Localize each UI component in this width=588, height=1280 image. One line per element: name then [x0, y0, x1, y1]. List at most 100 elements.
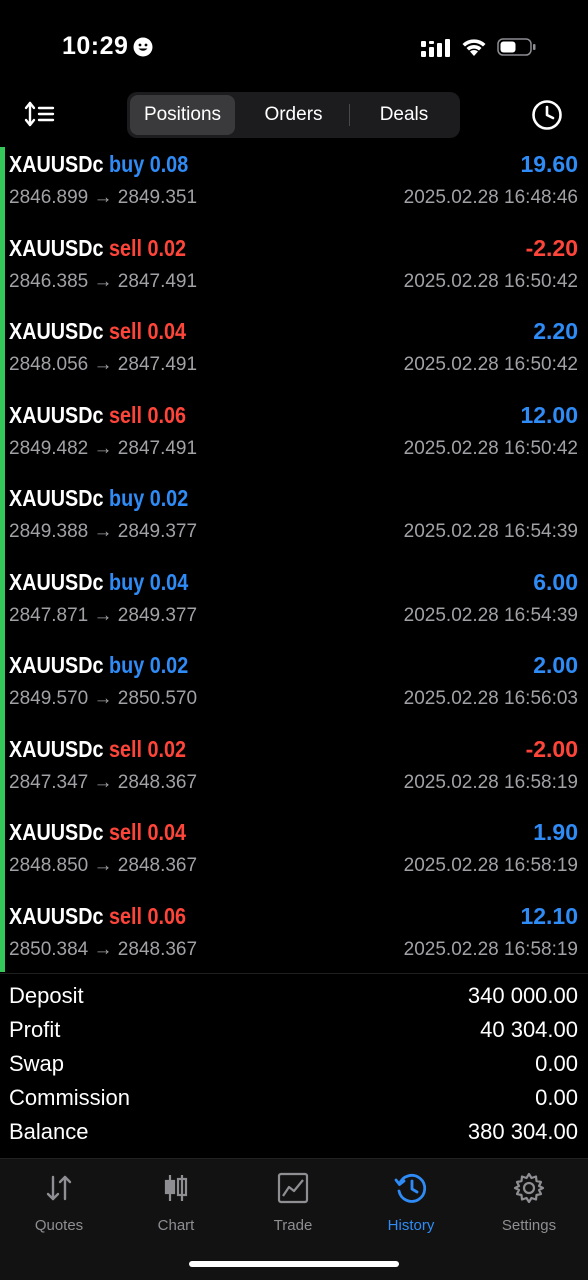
tab-history[interactable]: History [352, 1171, 470, 1241]
tab-label: Quotes [34, 1217, 84, 1234]
summary-label: Commission [9, 1085, 131, 1110]
deal-time: 2025.02.28 16:58:19 [403, 771, 578, 793]
sort-icon[interactable] [24, 98, 56, 130]
tab-label: Chart [157, 1217, 195, 1234]
deal-side: buy [109, 568, 145, 595]
deal-symbol-line: XAUUSDc sell 0.02 [9, 235, 186, 262]
deal-time: 2025.02.28 16:48:46 [403, 187, 578, 208]
tab-deals[interactable]: Deals [350, 95, 458, 135]
summary-value: 40 304.00 [480, 1017, 578, 1042]
tab-label: Settings [501, 1217, 557, 1234]
deal-symbol-line: XAUUSDc buy 0.02 [9, 485, 188, 512]
deal-row[interactable]: XAUUSDc sell 0.02 -2.00 2847.347 → 2848.36… [0, 732, 588, 816]
deal-row[interactable]: XAUUSDc buy 0.02 2849.388 → 2849.377 2025.… [0, 481, 588, 565]
deal-volume: 0.04 [149, 568, 189, 595]
tab-positions[interactable]: Positions [130, 95, 235, 135]
tab-chart[interactable]: Chart [117, 1171, 235, 1241]
deal-row[interactable]: XAUUSDc buy 0.02 2.00 2849.570 → 2850.570 2… [0, 648, 588, 732]
deal-prices: 2849.482 → 2847.491 [9, 437, 198, 459]
deal-row[interactable]: XAUUSDc sell 0.04 1.90 2848.850 → 2848.367… [0, 815, 588, 899]
battery-icon [497, 38, 536, 56]
tab-label: History [387, 1217, 435, 1234]
settings-icon [513, 1172, 545, 1204]
summary-panel: Deposit 340 000.00 Profit 40 304.00 Swap… [0, 980, 588, 1150]
deal-volume: 0.06 [147, 401, 187, 428]
deal-profit: 2.20 [533, 318, 578, 344]
deal-prices: 2849.388 → 2849.377 [9, 521, 198, 542]
summary-row-balance: Balance 380 304.00 [0, 1116, 588, 1150]
tab-segmented-control: Positions Orders Deals [127, 92, 460, 138]
tab-settings[interactable]: Settings [470, 1171, 588, 1241]
deal-prices: 2849.570 → 2850.570 [9, 688, 198, 709]
deal-volume: 0.08 [149, 151, 189, 177]
deal-side: sell [109, 318, 143, 344]
symbol-name: XAUUSDc [9, 318, 104, 344]
deal-row[interactable]: XAUUSDc sell 0.06 12.10 2850.384 → 2848.36… [0, 899, 588, 983]
deal-side: sell [109, 234, 143, 261]
deal-symbol-line: XAUUSDc sell 0.04 [9, 318, 186, 345]
deal-profit: 2.00 [533, 652, 578, 678]
summary-row-swap: Swap 0.00 [0, 1048, 588, 1082]
divider [0, 973, 588, 974]
deal-time: 2025.02.28 16:50:42 [403, 437, 578, 459]
deal-row[interactable]: XAUUSDc buy 0.04 6.00 2847.871 → 2849.377 2… [0, 565, 588, 649]
deal-symbol-line: XAUUSDc sell 0.06 [9, 402, 186, 429]
deal-volume: 0.02 [147, 735, 187, 762]
history-icon [394, 1174, 427, 1203]
clock-icon[interactable] [530, 98, 564, 132]
symbol-name: XAUUSDc [9, 568, 104, 595]
deal-volume: 0.04 [147, 819, 187, 845]
tab-quotes[interactable]: Quotes [0, 1171, 118, 1241]
deal-row[interactable]: XAUUSDc buy 0.08 19.60 2846.899 → 2849.351… [0, 147, 588, 231]
status-time: 10:29 [62, 32, 129, 60]
deal-symbol-line: XAUUSDc sell 0.04 [9, 819, 186, 846]
deal-time: 2025.02.28 16:50:42 [403, 354, 578, 375]
status-bar: 10:29 [0, 0, 588, 90]
tab-trade[interactable]: Trade [234, 1171, 352, 1241]
deal-prices: 2848.056 → 2847.491 [9, 354, 198, 375]
deal-time: 2025.02.28 16:56:03 [403, 688, 578, 709]
deal-prices: 2846.899 → 2849.351 [9, 187, 198, 208]
tab-label: Trade [273, 1217, 313, 1234]
tab-orders[interactable]: Orders [238, 95, 349, 135]
deal-volume: 0.02 [149, 485, 189, 511]
deal-symbol-line: XAUUSDc buy 0.04 [9, 569, 188, 596]
symbol-name: XAUUSDc [9, 819, 104, 845]
deal-volume: 0.04 [147, 318, 187, 344]
summary-label: Balance [9, 1119, 89, 1144]
chart-icon [164, 1175, 188, 1201]
deal-symbol-line: XAUUSDc sell 0.06 [9, 903, 186, 930]
deal-prices: 2846.385 → 2847.491 [9, 270, 198, 292]
signal-icon [421, 39, 450, 57]
deal-volume: 0.06 [147, 902, 187, 929]
deal-side: sell [109, 902, 143, 929]
deal-profit: 1.90 [533, 819, 578, 845]
deal-time: 2025.02.28 16:58:19 [403, 938, 578, 960]
deal-row[interactable]: XAUUSDc sell 0.06 12.00 2849.482 → 2847.49… [0, 398, 588, 482]
deal-symbol-line: XAUUSDc buy 0.08 [9, 151, 188, 178]
deal-time: 2025.02.28 16:50:42 [403, 270, 578, 292]
deal-row[interactable]: XAUUSDc sell 0.02 -2.20 2846.385 → 2847.49… [0, 231, 588, 315]
trade-icon [277, 1172, 309, 1204]
toolbar: Positions Orders Deals [0, 92, 588, 138]
deal-symbol-line: XAUUSDc buy 0.02 [9, 652, 188, 679]
summary-row-commission: Commission 0.00 [0, 1082, 588, 1116]
deal-profit: 6.00 [533, 568, 578, 595]
deal-side: buy [109, 485, 145, 511]
deal-side: buy [109, 151, 145, 177]
home-indicator[interactable] [189, 1261, 399, 1267]
summary-value: 380 304.00 [467, 1119, 578, 1144]
deal-time: 2025.02.28 16:58:19 [403, 855, 578, 876]
deal-side: sell [109, 401, 143, 428]
deal-profit: -2.20 [525, 234, 578, 261]
deal-row[interactable]: XAUUSDc sell 0.04 2.20 2848.056 → 2847.491… [0, 314, 588, 398]
deal-profit: -2.00 [525, 735, 578, 762]
wifi-icon [462, 39, 486, 56]
summary-label: Profit [9, 1017, 61, 1042]
quotes-icon [46, 1175, 72, 1201]
symbol-name: XAUUSDc [9, 485, 104, 511]
deal-time: 2025.02.28 16:54:39 [403, 604, 578, 626]
deal-volume: 0.02 [147, 234, 187, 261]
deal-profit: 19.60 [520, 151, 578, 177]
symbol-name: XAUUSDc [9, 735, 104, 762]
